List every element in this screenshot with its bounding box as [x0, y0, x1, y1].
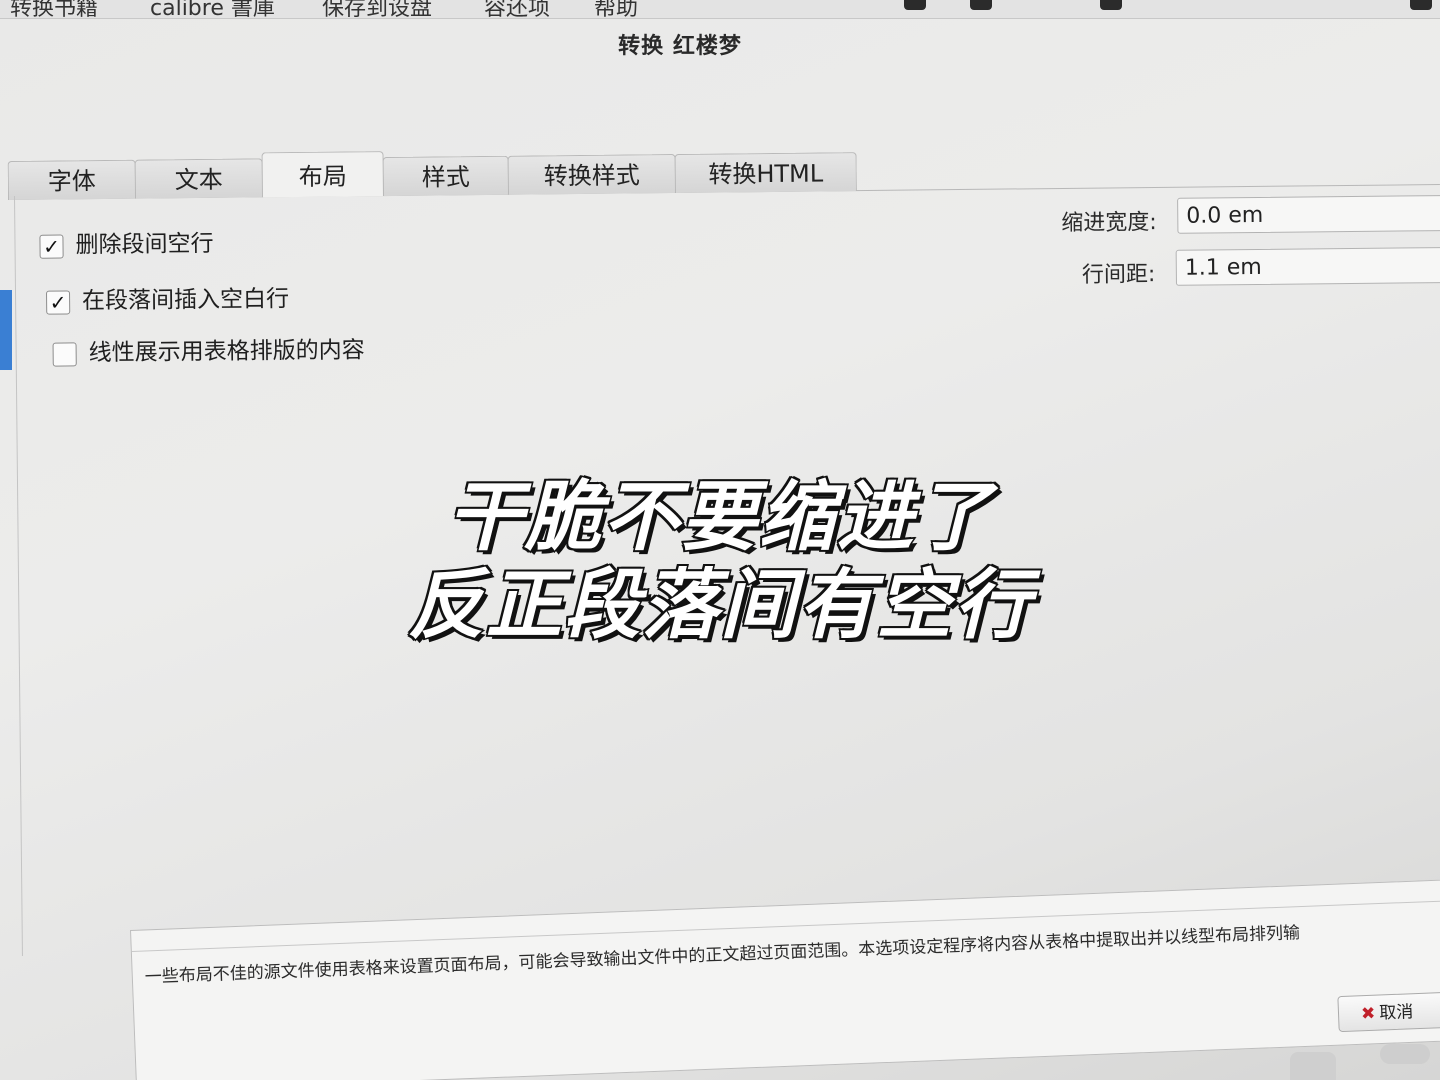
option-label: 在段落间插入空白行 — [81, 286, 290, 315]
line-spacing-label: 行间距: — [1081, 262, 1156, 288]
checkbox-checked[interactable]: ✓ — [39, 233, 64, 259]
window-title: 转换 红楼梦 — [618, 34, 742, 59]
menu-item-help[interactable]: 帮助 — [594, 0, 638, 18]
tray-icon[interactable] — [970, 0, 992, 10]
option-remove-blank-lines[interactable]: ✓ 删除段间空行 — [39, 224, 214, 260]
indent-label: 缩进宽度: — [1061, 210, 1157, 237]
tray-icon[interactable] — [1100, 0, 1122, 10]
line-spacing-input[interactable]: 1.1 em — [1175, 246, 1440, 286]
cancel-label: 取消 — [1378, 1002, 1414, 1024]
indent-input[interactable]: 0.0 em — [1177, 194, 1440, 234]
watermark-badge — [1380, 1044, 1430, 1064]
overlay-caption-line2: 反正段落间有空行 — [407, 559, 1032, 651]
checkbox-checked[interactable]: ✓ — [45, 289, 71, 315]
screen: 转换书籍 calibre 書庫 保存到设盘 容还项 帮助 转换 红楼梦 字体 文… — [0, 0, 1440, 1080]
option-insert-blank-line[interactable]: ✓ 在段落间插入空白行 — [45, 279, 290, 316]
tab-layout[interactable]: 布局 — [261, 151, 384, 198]
menu-item-save[interactable]: 保存到设盘 — [322, 0, 432, 18]
cancel-button[interactable]: ✖ 取消 — [1337, 991, 1440, 1033]
tray-icon[interactable] — [904, 0, 926, 10]
checkbox-unchecked[interactable] — [52, 341, 77, 367]
menu-bar: 转换书籍 calibre 書庫 保存到设盘 容还项 帮助 — [0, 0, 1440, 19]
dock-app-icon[interactable] — [1290, 1052, 1336, 1080]
menu-item-prefs[interactable]: 容还项 — [484, 0, 550, 18]
option-linearize-tables[interactable]: 线性展示用表格排版的内容 — [52, 330, 365, 367]
tray-icon[interactable] — [1410, 0, 1432, 10]
background-window-edge — [0, 290, 12, 370]
option-label: 删除段间空行 — [75, 230, 214, 259]
menu-item-library[interactable]: calibre 書庫 — [150, 0, 275, 18]
close-icon: ✖ — [1360, 1003, 1376, 1025]
menu-item-convert[interactable]: 转换书籍 — [10, 0, 98, 18]
option-label: 线性展示用表格排版的内容 — [88, 337, 365, 367]
